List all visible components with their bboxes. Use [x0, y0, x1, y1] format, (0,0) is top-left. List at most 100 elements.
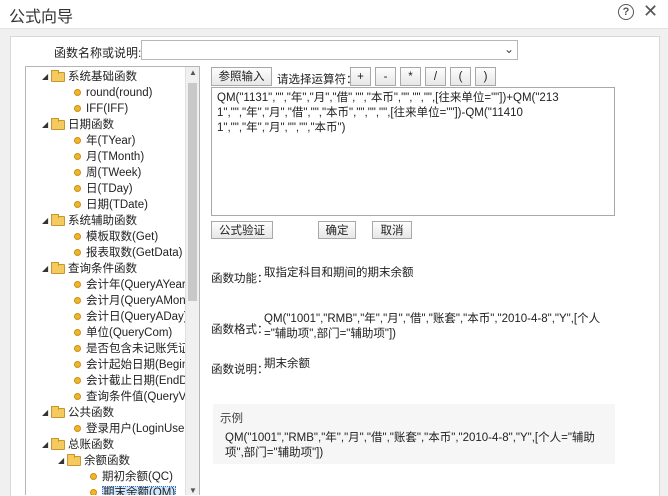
- tree-item[interactable]: 周(TWeek): [74, 165, 141, 181]
- example-box: 示例 QM("1001","RMB","年","月","借","账套","本币"…: [213, 404, 615, 464]
- tree-item[interactable]: 日期(TDate): [74, 197, 148, 213]
- tree-item[interactable]: 是否包含未记账凭证: [74, 341, 190, 357]
- expand-triangle-icon[interactable]: ◢: [42, 117, 50, 133]
- tree-item[interactable]: 日(TDay): [74, 181, 133, 197]
- function-desc-text: 期末余额: [264, 358, 310, 370]
- tree-item[interactable]: 报表取数(GetData): [74, 245, 183, 261]
- tree-item-label: 期末余额(QM): [102, 486, 177, 495]
- tree-item-label: 日期函数: [68, 119, 114, 131]
- validate-formula-button[interactable]: 公式验证: [211, 221, 273, 239]
- tree-item[interactable]: round(round): [74, 85, 152, 101]
- tree-item-label: 余额函数: [84, 455, 130, 467]
- function-dot-icon: [74, 425, 81, 432]
- scroll-up-icon[interactable]: ▲: [189, 68, 197, 77]
- tree-item[interactable]: 查询条件值(QueryVa: [74, 389, 192, 405]
- tree-item[interactable]: 会计月(QueryAMont: [74, 293, 189, 309]
- function-dot-icon: [74, 281, 81, 288]
- tree-item-label: 是否包含未记账凭证: [86, 343, 190, 355]
- function-dot-icon: [74, 169, 81, 176]
- function-dot-icon: [74, 361, 81, 368]
- tree-item[interactable]: 月(TMonth): [74, 149, 144, 165]
- tree-item-label: 会计月(QueryAMont: [86, 295, 189, 307]
- tree-folder[interactable]: ◢ 余额函数: [58, 453, 130, 469]
- tree-folder[interactable]: ◢ 总账函数: [42, 437, 114, 453]
- operator-multiply-button[interactable]: *: [400, 67, 421, 86]
- tree-item-label: 日(TDay): [86, 183, 133, 195]
- reference-input-button[interactable]: 参照输入: [211, 67, 272, 86]
- example-text: QM("1001","RMB","年","月","借","账套","本币","2…: [225, 432, 595, 459]
- tree-item-label: 会计截止日期(EndDa: [86, 375, 194, 387]
- tree-item[interactable]: 登录用户(LoginUser: [74, 421, 188, 437]
- formula-editor[interactable]: QM("1131","","年","月","借","","本币","","","…: [211, 87, 615, 216]
- function-desc-label: 函数说明：: [211, 364, 269, 376]
- folder-icon: [67, 454, 81, 466]
- operator-minus-button[interactable]: -: [375, 67, 396, 86]
- function-format-text: QM("1001","RMB","年","月","借","账套","本币","2…: [264, 313, 601, 340]
- tree-item[interactable]: 期初余额(QC): [90, 469, 173, 485]
- expand-triangle-icon[interactable]: ◢: [42, 213, 50, 229]
- tree-item[interactable]: 单位(QueryCom): [74, 325, 172, 341]
- chevron-down-icon[interactable]: ⌄: [504, 42, 514, 56]
- function-dot-icon: [74, 89, 81, 96]
- expand-triangle-icon[interactable]: ◢: [42, 437, 50, 453]
- function-dot-icon: [90, 489, 97, 495]
- function-dot-icon: [74, 233, 81, 240]
- tree-item[interactable]: 会计截止日期(EndDa: [74, 373, 194, 389]
- folder-icon: [51, 118, 65, 130]
- tree-item[interactable]: 年(TYear): [74, 133, 135, 149]
- ok-button[interactable]: 确定: [318, 221, 356, 239]
- tree-item-label: 模板取数(Get): [86, 231, 159, 243]
- tree-folder[interactable]: ◢ 系统辅助函数: [42, 213, 137, 229]
- tree-item-label: 日期(TDate): [86, 199, 148, 211]
- expand-triangle-icon[interactable]: ◢: [42, 405, 50, 421]
- tree-item[interactable]: 会计起始日期(Begin: [74, 357, 188, 373]
- title-bar: 公式向导 ? ✕: [0, 0, 668, 29]
- folder-icon: [51, 406, 65, 418]
- tree-item-label: 系统基础函数: [68, 71, 137, 83]
- tree-item-label: 期初余额(QC): [102, 471, 173, 483]
- tree-item[interactable]: 会计年(QueryAYear): [74, 277, 190, 293]
- tree-folder[interactable]: ◢ 公共函数: [42, 405, 114, 421]
- tree-item-label: 会计日(QueryADay): [86, 311, 188, 323]
- tree-item[interactable]: 会计日(QueryADay): [74, 309, 188, 325]
- operator-label: 请选择运算符：: [277, 74, 358, 86]
- tree-folder[interactable]: ◢ 系统基础函数: [42, 69, 137, 85]
- tree-item-label: 会计起始日期(Begin: [86, 359, 189, 371]
- operator-divide-button[interactable]: /: [425, 67, 446, 86]
- tree-folder[interactable]: ◢ 查询条件函数: [42, 261, 137, 277]
- example-heading: 示例: [220, 413, 243, 425]
- expand-triangle-icon[interactable]: ◢: [42, 261, 50, 277]
- close-icon[interactable]: ✕: [643, 1, 658, 22]
- function-purpose-label: 函数功能：: [211, 273, 269, 285]
- help-icon[interactable]: ?: [618, 4, 634, 20]
- operator-plus-button[interactable]: +: [350, 67, 371, 86]
- tree-item-label: 周(TWeek): [86, 167, 142, 179]
- folder-icon: [51, 70, 65, 82]
- folder-icon: [51, 438, 65, 450]
- tree-item-label: 会计年(QueryAYear): [86, 279, 190, 291]
- function-tree[interactable]: ◢ 系统基础函数 round(round) IFF(IFF) ◢ 日期函数年(TYear)…: [25, 66, 200, 495]
- expand-triangle-icon[interactable]: ◢: [58, 453, 66, 469]
- function-dot-icon: [74, 105, 81, 112]
- name-filter-select[interactable]: ⌄: [141, 40, 518, 60]
- operator-rparen-button[interactable]: ): [475, 67, 496, 86]
- tree-item-label: 月(TMonth): [86, 151, 145, 163]
- function-format-label: 函数格式：: [211, 324, 269, 336]
- scroll-thumb[interactable]: [188, 83, 197, 301]
- tree-item-label: IFF(IFF): [86, 103, 129, 115]
- tree-folder[interactable]: ◢ 日期函数: [42, 117, 114, 133]
- cancel-button[interactable]: 取消: [372, 221, 412, 239]
- tree-scrollbar[interactable]: ▲ ▼: [185, 67, 199, 495]
- operator-lparen-button[interactable]: (: [450, 67, 471, 86]
- expand-triangle-icon[interactable]: ◢: [42, 69, 50, 85]
- tree-item-label: 总账函数: [68, 439, 114, 451]
- tree-item-label: 查询条件函数: [68, 263, 137, 275]
- tree-item[interactable]: 模板取数(Get): [74, 229, 158, 245]
- tree-item[interactable]: IFF(IFF): [74, 101, 128, 117]
- tree-item-selected[interactable]: 期末余额(QM): [90, 485, 177, 495]
- window-title: 公式向导: [9, 9, 74, 26]
- tree-item-label: 系统辅助函数: [68, 215, 137, 227]
- function-dot-icon: [74, 393, 81, 400]
- scroll-down-icon[interactable]: ▼: [189, 486, 197, 495]
- tree-item-label: 年(TYear): [86, 135, 136, 147]
